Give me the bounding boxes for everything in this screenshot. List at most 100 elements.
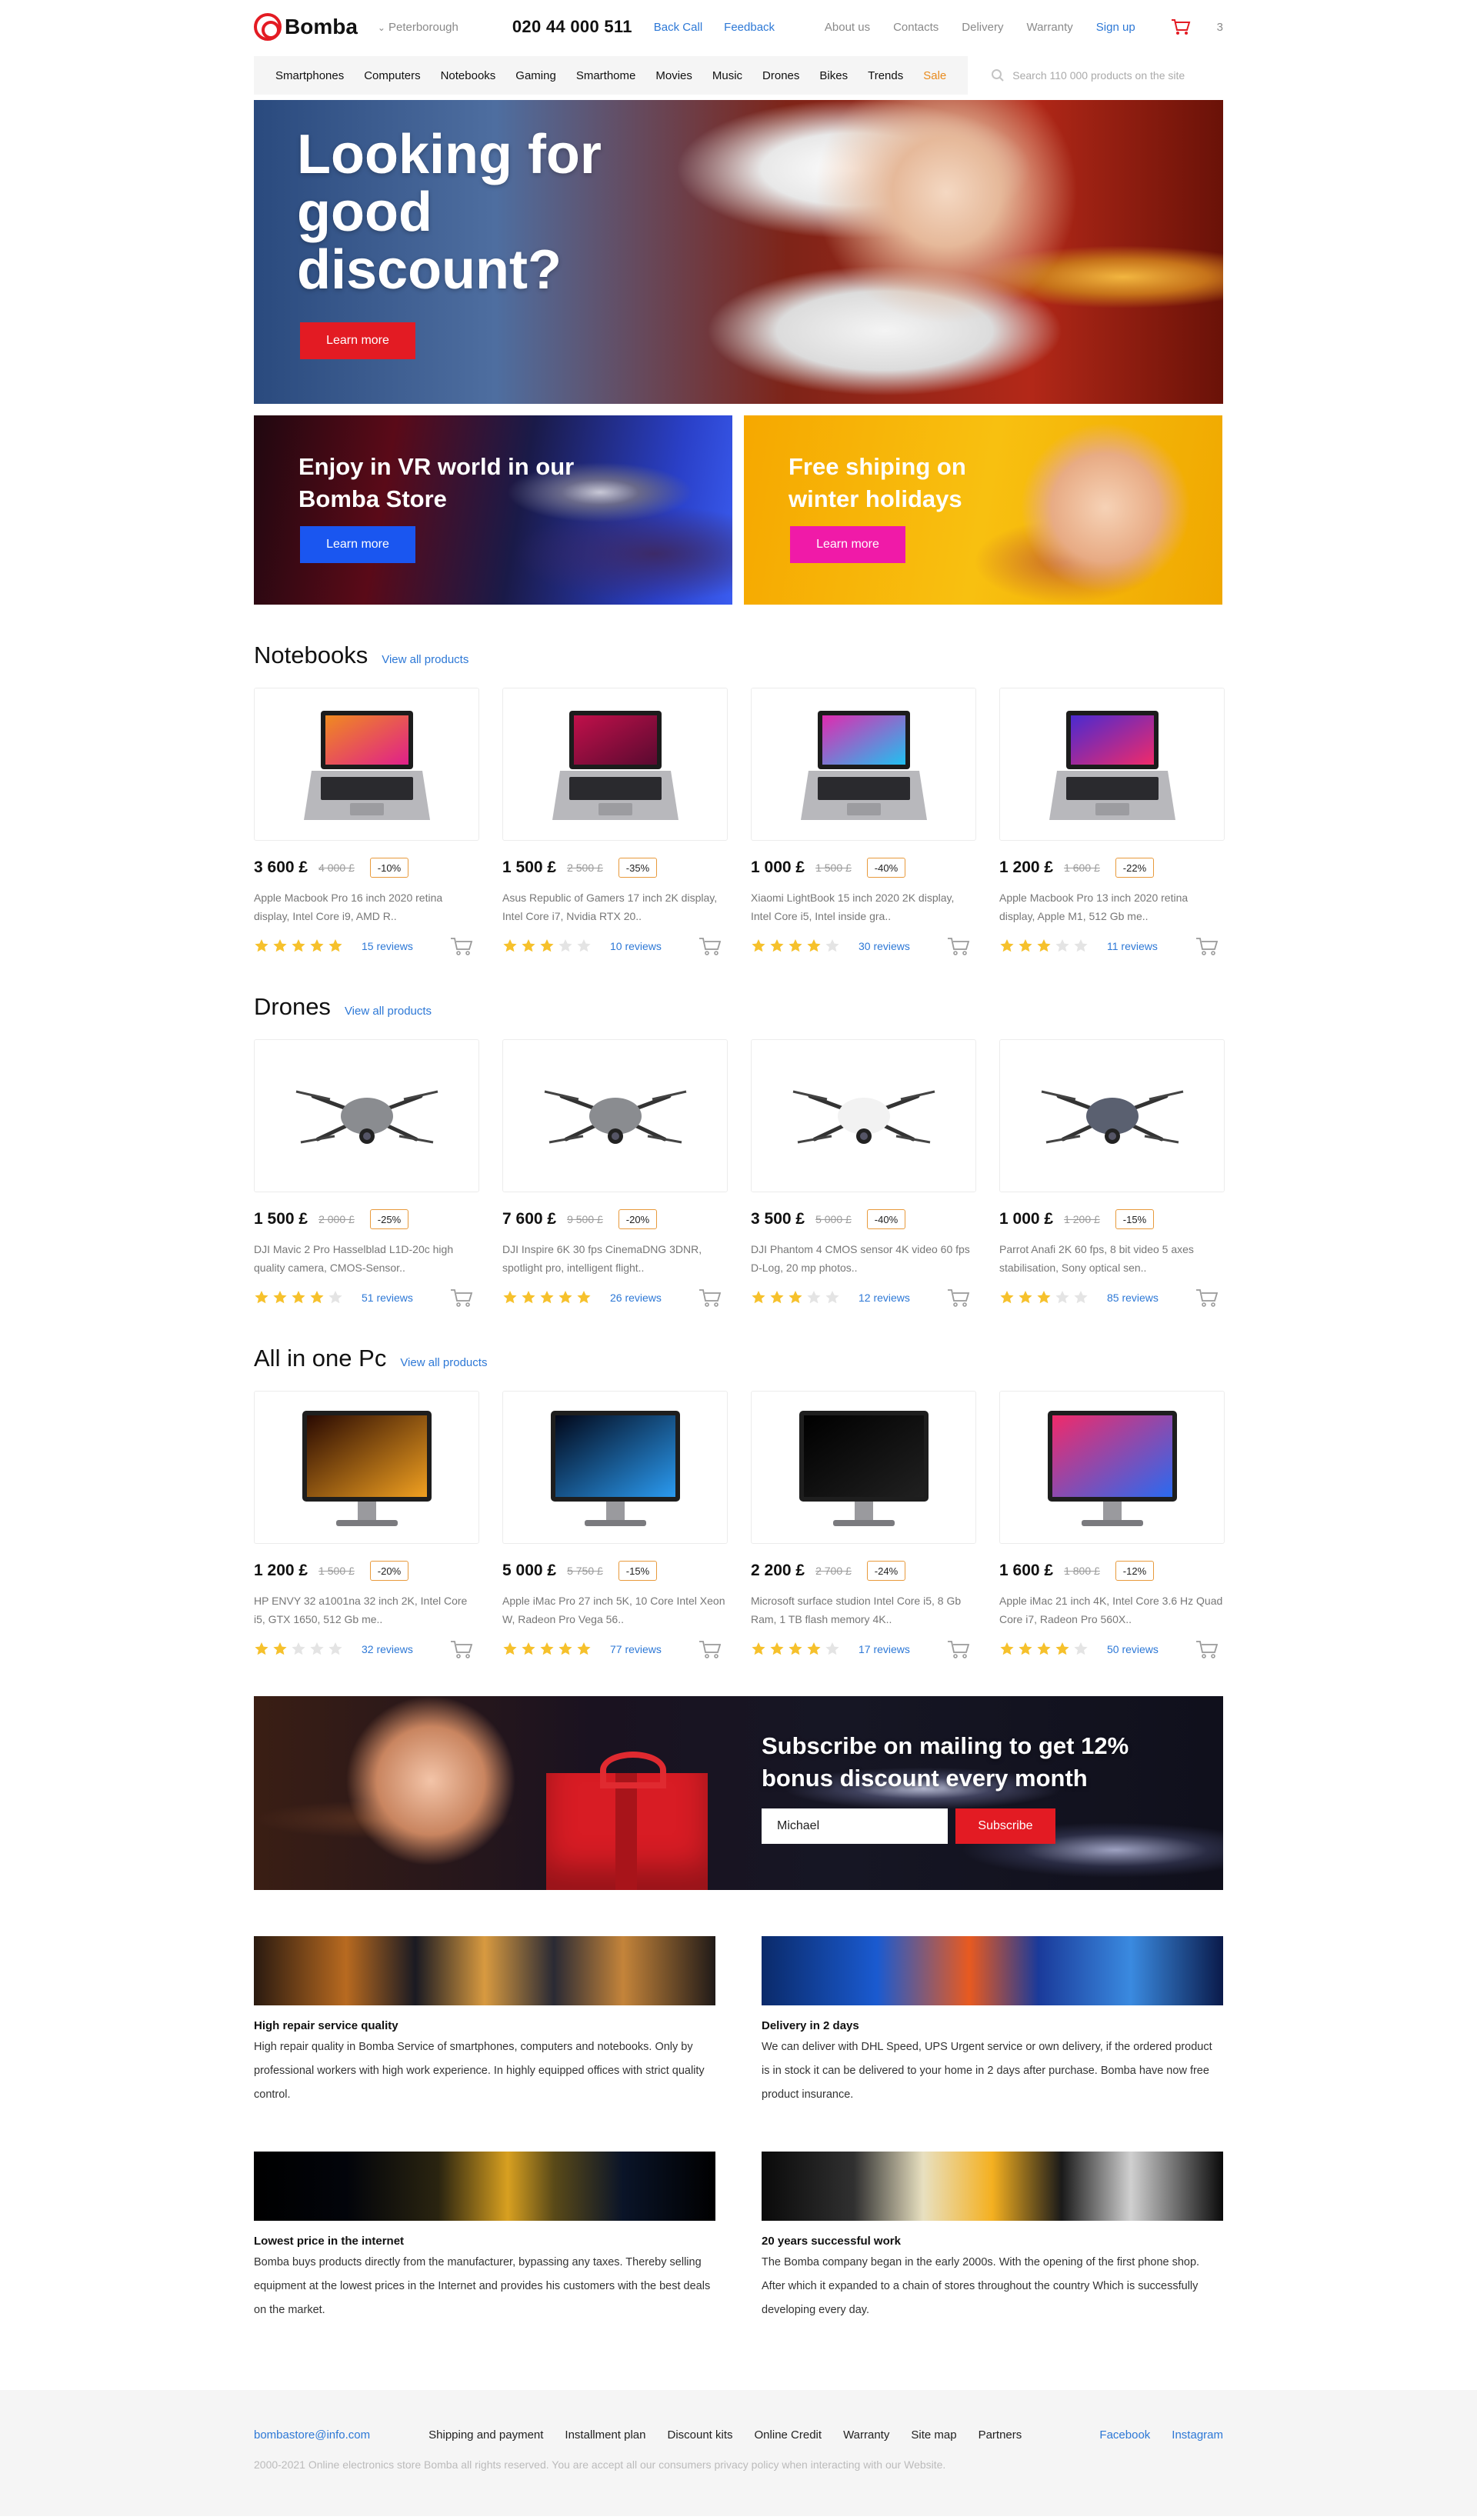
hero-learn-more-button[interactable]: Learn more [300,322,415,359]
aio-imac-image[interactable] [999,1391,1225,1544]
footer-link-warranty[interactable]: Warranty [843,2428,889,2442]
view-all-products-link[interactable]: View all products [345,1005,432,1018]
product-description[interactable]: DJI Mavic 2 Pro Hasselblad L1D-20c high … [254,1240,479,1277]
footer-email-link[interactable]: bombastore@info.com [254,2428,370,2442]
reviews-link[interactable]: 30 reviews [859,940,910,952]
product-description[interactable]: Xiaomi LightBook 15 inch 2020 2K display… [751,888,976,925]
laptop-xiaomi-image[interactable] [751,688,976,841]
nav-delivery[interactable]: Delivery [962,21,1003,34]
reviews-link[interactable]: 12 reviews [859,1292,910,1304]
add-to-cart-icon[interactable] [698,936,722,956]
add-to-cart-icon[interactable] [698,1288,722,1308]
category-trends[interactable]: Trends [868,69,903,82]
product-description[interactable]: Parrot Anafi 2K 60 fps, 8 bit video 5 ax… [999,1240,1225,1277]
view-all-products-link[interactable]: View all products [382,653,468,666]
category-notebooks[interactable]: Notebooks [441,69,496,82]
category-smartphones[interactable]: Smartphones [275,69,344,82]
facebook-link[interactable]: Facebook [1099,2428,1150,2442]
category-smarthome[interactable]: Smarthome [576,69,636,82]
drone-inspire-image[interactable] [502,1039,728,1192]
add-to-cart-icon[interactable] [698,1639,722,1659]
laptop-macbook-image[interactable] [254,688,479,841]
add-to-cart-icon[interactable] [1195,1639,1219,1659]
reviews-link[interactable]: 50 reviews [1107,1643,1159,1655]
footer-link-online-credit[interactable]: Online Credit [755,2428,822,2442]
reviews-link[interactable]: 11 reviews [1107,940,1158,952]
product-description[interactable]: Apple iMac 21 inch 4K, Intel Core 3.6 Hz… [999,1592,1225,1628]
product-card[interactable]: 1 000 £ 1 500 £ -40% Xiaomi LightBook 15 in… [751,688,976,956]
reviews-link[interactable]: 15 reviews [362,940,413,952]
product-card[interactable]: 1 200 £ 1 600 £ -22% Apple Macbook Pro 13 i… [999,688,1225,956]
category-music[interactable]: Music [712,69,742,82]
drone-phantom-image[interactable] [751,1039,976,1192]
view-all-products-link[interactable]: View all products [400,1356,487,1369]
subscribe-name-input[interactable] [762,1808,948,1844]
instagram-link[interactable]: Instagram [1172,2428,1223,2442]
product-description[interactable]: Asus Republic of Gamers 17 inch 2K displ… [502,888,728,925]
category-bikes[interactable]: Bikes [819,69,848,82]
feedback-link[interactable]: Feedback [724,21,775,34]
logo[interactable]: Bomba [254,13,358,41]
add-to-cart-icon[interactable] [450,1639,473,1659]
product-description[interactable]: Apple iMac Pro 27 inch 5K, 10 Core Intel… [502,1592,728,1628]
product-card[interactable]: 1 000 £ 1 200 £ -15% Parrot Anafi 2K 60 fps… [999,1039,1225,1308]
add-to-cart-icon[interactable] [450,1288,473,1308]
product-card[interactable]: 2 200 £ 2 700 £ -24% Microsoft surface stud… [751,1391,976,1659]
product-card[interactable]: 3 600 £ 4 000 £ -10% Apple Macbook Pro 16 i… [254,688,479,956]
category-sale[interactable]: Sale [923,69,946,82]
cart-button[interactable]: 3 [1171,18,1223,35]
aio-surface-image[interactable] [751,1391,976,1544]
signup-link[interactable]: Sign up [1096,21,1135,34]
promo-shipping-learn-more-button[interactable]: Learn more [790,526,905,563]
product-card[interactable]: 1 500 £ 2 000 £ -25% DJI Mavic 2 Pro Hassel… [254,1039,479,1308]
add-to-cart-icon[interactable] [947,936,970,956]
add-to-cart-icon[interactable] [947,1639,970,1659]
drone-anafi-image[interactable] [999,1039,1225,1192]
footer-link-discount-kits[interactable]: Discount kits [667,2428,732,2442]
reviews-link[interactable]: 85 reviews [1107,1292,1159,1304]
laptop-gaming-image[interactable] [502,688,728,841]
category-gaming[interactable]: Gaming [515,69,556,82]
footer-link-partners[interactable]: Partners [979,2428,1022,2442]
aio-imacpro-image[interactable] [502,1391,728,1544]
product-card[interactable]: 1 200 £ 1 500 £ -20% HP ENVY 32 a1001na 32 … [254,1391,479,1659]
reviews-link[interactable]: 51 reviews [362,1292,413,1304]
reviews-link[interactable]: 77 reviews [610,1643,662,1655]
product-description[interactable]: DJI Phantom 4 CMOS sensor 4K video 60 fp… [751,1240,976,1277]
add-to-cart-icon[interactable] [1195,936,1219,956]
product-description[interactable]: DJI Inspire 6K 30 fps CinemaDNG 3DNR, sp… [502,1240,728,1277]
add-to-cart-icon[interactable] [1195,1288,1219,1308]
product-card[interactable]: 1 500 £ 2 500 £ -35% Asus Republic of Gamer… [502,688,728,956]
add-to-cart-icon[interactable] [947,1288,970,1308]
drone-mavic-image[interactable] [254,1039,479,1192]
nav-about-us[interactable]: About us [825,21,870,34]
nav-contacts[interactable]: Contacts [893,21,939,34]
product-card[interactable]: 5 000 £ 5 750 £ -15% Apple iMac Pro 27 inch… [502,1391,728,1659]
reviews-link[interactable]: 26 reviews [610,1292,662,1304]
reviews-link[interactable]: 17 reviews [859,1643,910,1655]
product-card[interactable]: 7 600 £ 9 500 £ -20% DJI Inspire 6K 30 fps … [502,1039,728,1308]
laptop-macbook13-image[interactable] [999,688,1225,841]
aio-hp-image[interactable] [254,1391,479,1544]
product-description[interactable]: Apple Macbook Pro 13 inch 2020 retina di… [999,888,1225,925]
footer-link-installment[interactable]: Installment plan [565,2428,645,2442]
product-card[interactable]: 1 600 £ 1 800 £ -12% Apple iMac 21 inch 4K,… [999,1391,1225,1659]
category-drones[interactable]: Drones [762,69,799,82]
category-computers[interactable]: Computers [364,69,420,82]
reviews-link[interactable]: 32 reviews [362,1643,413,1655]
product-description[interactable]: Apple Macbook Pro 16 inch 2020 retina di… [254,888,479,925]
city-selector[interactable]: Peterborough [378,21,458,34]
product-description[interactable]: Microsoft surface studion Intel Core i5,… [751,1592,976,1628]
footer-link-shipping[interactable]: Shipping and payment [428,2428,543,2442]
promo-vr-learn-more-button[interactable]: Learn more [300,526,415,563]
product-description[interactable]: HP ENVY 32 a1001na 32 inch 2K, Intel Cor… [254,1592,479,1628]
category-movies[interactable]: Movies [655,69,692,82]
product-card[interactable]: 3 500 £ 5 000 £ -40% DJI Phantom 4 CMOS sen… [751,1039,976,1308]
subscribe-button[interactable]: Subscribe [955,1808,1055,1844]
footer-link-site-map[interactable]: Site map [911,2428,956,2442]
nav-warranty[interactable]: Warranty [1026,21,1072,34]
add-to-cart-icon[interactable] [450,936,473,956]
search-box[interactable]: Search 110 000 products on the site [991,68,1185,82]
back-call-link[interactable]: Back Call [654,21,702,34]
reviews-link[interactable]: 10 reviews [610,940,662,952]
